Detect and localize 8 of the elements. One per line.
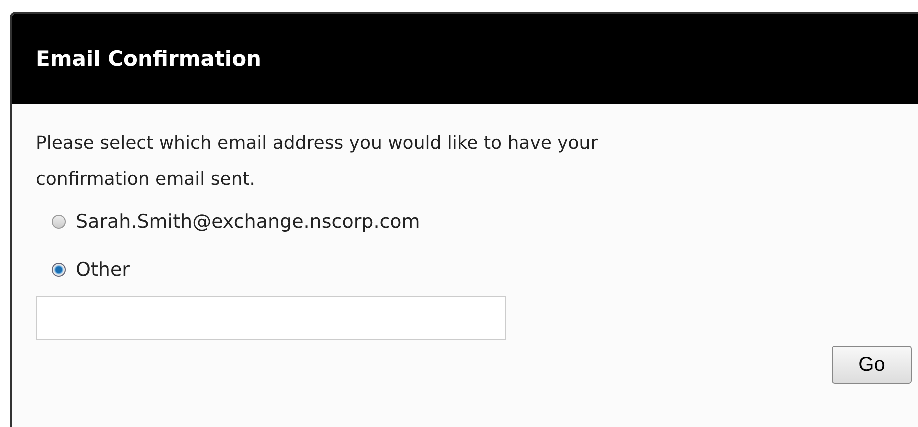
radio-button[interactable] <box>52 263 66 277</box>
go-button[interactable]: Go <box>832 346 912 384</box>
email-input-field[interactable] <box>36 296 506 340</box>
option-label[interactable]: Sarah.Smith@exchange.nscorp.com <box>76 211 420 233</box>
instruction-text: Please select which email address you would like to have your confirmation email sent. <box>36 132 600 192</box>
option-label[interactable]: Other <box>76 259 130 281</box>
radio-button[interactable] <box>52 215 66 229</box>
dialog-title: Email Confirmation <box>36 47 262 71</box>
